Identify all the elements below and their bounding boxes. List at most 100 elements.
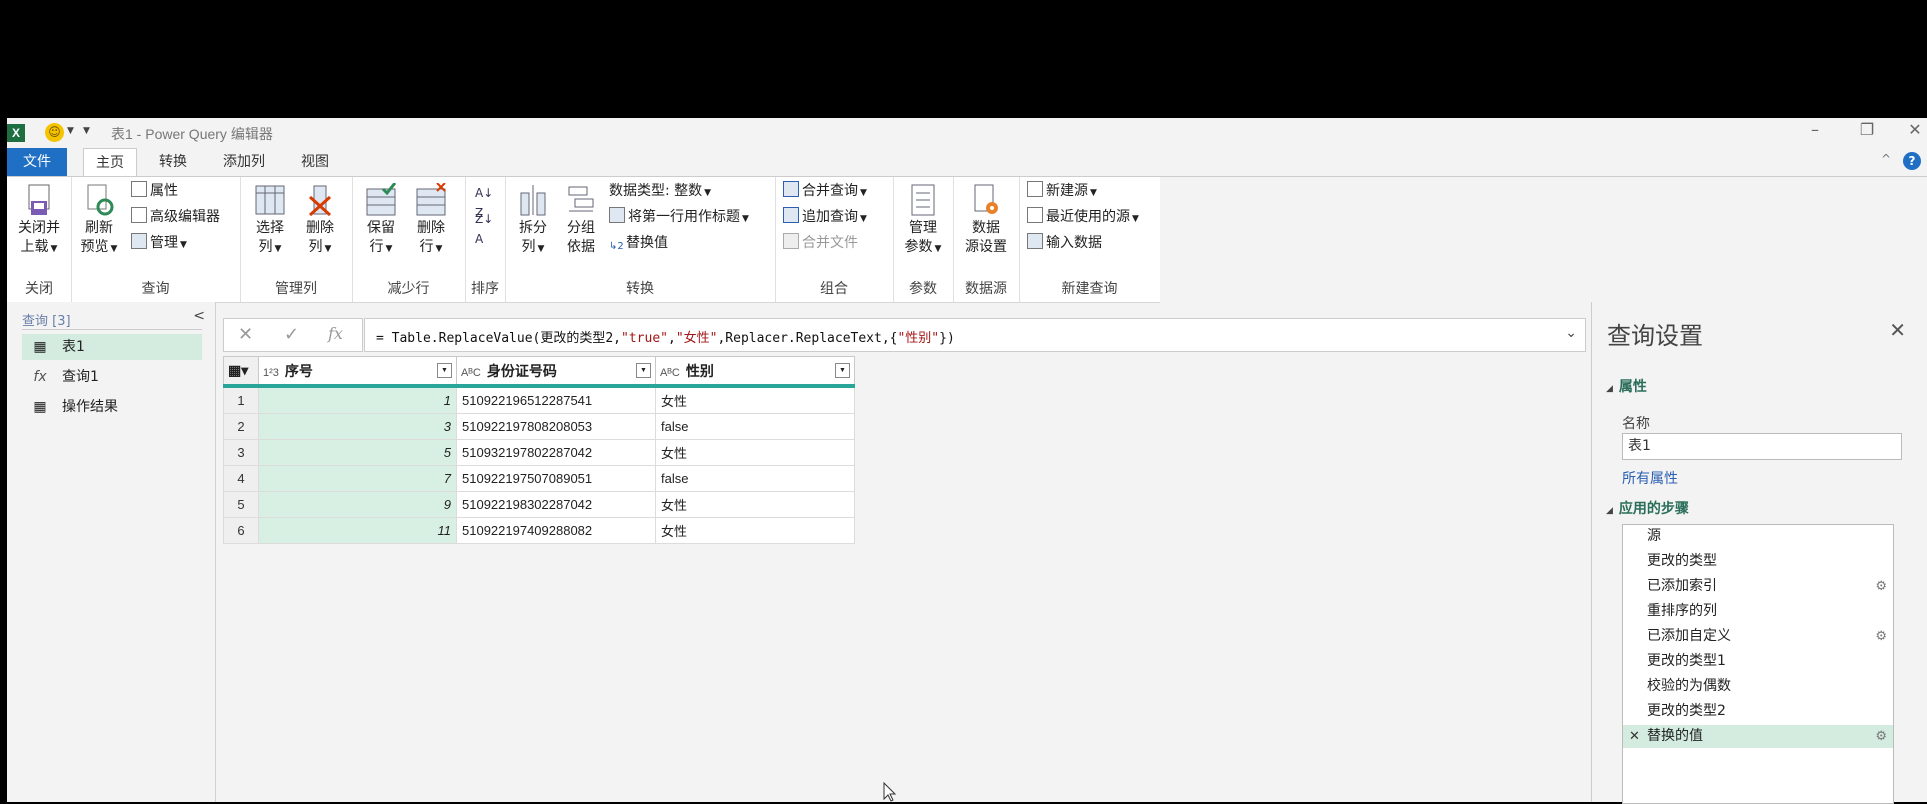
step-item[interactable]: 校验的为偶数 xyxy=(1623,675,1893,698)
row-number[interactable]: 6 xyxy=(223,517,259,544)
step-item[interactable]: 更改的类型2 xyxy=(1623,700,1893,723)
cell-idcard[interactable]: 510922197507089051 xyxy=(456,465,656,492)
column-header-idcard[interactable]: AᴮC 身份证号码 ▼ xyxy=(456,356,656,388)
chevron-down-icon[interactable]: ▼ xyxy=(67,126,74,136)
group-by-button[interactable]: 分组 依据 xyxy=(559,183,603,257)
choose-columns-button[interactable]: 选择 列 ▼ xyxy=(248,183,292,259)
queries-pane: 查询 [3] < ▦ 表1 fx 查询1 ▦ 操作结果 xyxy=(7,302,216,802)
column-header-id[interactable]: 1²3 序号 ▼ xyxy=(258,356,457,388)
cell-idcard[interactable]: 510922197409288082 xyxy=(456,517,656,544)
cell-id[interactable]: 5 xyxy=(258,439,457,466)
column-filter-icon[interactable]: ▼ xyxy=(835,363,850,378)
whole-number-type-icon[interactable]: 1²3 xyxy=(263,367,279,379)
text-type-icon[interactable]: AᴮC xyxy=(461,367,481,379)
combine-files-button[interactable]: 合并文件 xyxy=(783,233,858,253)
all-properties-link[interactable]: 所有属性 xyxy=(1622,468,1678,488)
cell-id[interactable]: 9 xyxy=(258,491,457,518)
step-item[interactable]: 已添加自定义 ⚙ xyxy=(1623,625,1893,648)
cell-id[interactable]: 11 xyxy=(258,517,457,544)
cell-gender[interactable]: 女性 xyxy=(655,385,855,414)
tab-file[interactable]: 文件 xyxy=(7,148,67,176)
keep-rows-button[interactable]: 保留 行 ▼ xyxy=(358,182,404,259)
merge-queries-button[interactable]: 合并查询 ▼ xyxy=(783,181,867,203)
column-filter-icon[interactable]: ▼ xyxy=(437,363,452,378)
remove-rows-button[interactable]: 删除 行 ▼ xyxy=(408,182,454,259)
recent-sources-button[interactable]: 最近使用的源 ▼ xyxy=(1027,207,1139,229)
use-first-row-headers-button[interactable]: 将第一行用作标题 ▼ xyxy=(609,207,749,229)
formula-text[interactable]: = Table.ReplaceValue(更改的类型2,"true","女性",… xyxy=(376,327,955,346)
new-source-button[interactable]: 新建源 ▼ xyxy=(1027,181,1097,203)
step-item-selected[interactable]: ✕ 替换的值 ⚙ xyxy=(1623,725,1893,748)
tab-add-column[interactable]: 添加列 xyxy=(211,148,277,176)
formula-bar[interactable]: = Table.ReplaceValue(更改的类型2,"true","女性",… xyxy=(364,318,1586,352)
expand-formula-icon[interactable]: ⌄ xyxy=(1565,325,1577,341)
manage-parameters-button[interactable]: 管理 参数 ▼ xyxy=(899,183,947,259)
cell-idcard[interactable]: 510922196512287541 xyxy=(456,385,656,414)
advanced-editor-button[interactable]: 高级编辑器 xyxy=(131,207,220,227)
row-number[interactable]: 4 xyxy=(223,465,259,492)
row-number[interactable]: 5 xyxy=(223,491,259,518)
step-item[interactable]: 更改的类型 xyxy=(1623,550,1893,573)
enter-data-button[interactable]: 输入数据 xyxy=(1027,233,1102,253)
cell-gender[interactable]: 女性 xyxy=(655,517,855,544)
applied-steps-header[interactable]: ◢ 应用的步骤 xyxy=(1606,498,1689,518)
table-menu-icon[interactable]: ▦▾ xyxy=(223,356,259,388)
cell-gender[interactable]: 女性 xyxy=(655,439,855,466)
cell-gender[interactable]: false xyxy=(655,465,855,492)
cancel-formula-icon[interactable]: ✕ xyxy=(238,324,253,345)
tab-home[interactable]: 主页 xyxy=(83,148,137,177)
close-icon[interactable]: ✕ xyxy=(1903,120,1927,139)
properties-button[interactable]: 属性 xyxy=(131,181,178,201)
gear-icon[interactable]: ⚙ xyxy=(1875,625,1887,648)
refresh-preview-button[interactable]: 刷新 预览 ▼ xyxy=(77,183,121,259)
close-and-load-button[interactable]: 关闭并 上载 ▼ xyxy=(13,183,65,259)
cell-id[interactable]: 7 xyxy=(258,465,457,492)
minimize-icon[interactable]: – xyxy=(1803,120,1827,139)
group-transform: 拆分 列 ▼ 分组 依据 数据类型: 整数 ▼ 将第一行用作标题 ▼ ↳2 替换值 转换 xyxy=(505,177,776,302)
tab-transform[interactable]: 转换 xyxy=(147,148,199,176)
close-icon[interactable]: ✕ xyxy=(1889,318,1906,342)
data-source-settings-button[interactable]: 数据 源设置 xyxy=(957,183,1015,257)
confirm-formula-icon[interactable]: ✓ xyxy=(284,324,299,345)
cell-gender[interactable]: 女性 xyxy=(655,491,855,518)
step-item[interactable]: 已添加索引 ⚙ xyxy=(1623,575,1893,598)
manage-button[interactable]: 管理 ▼ xyxy=(131,233,187,255)
column-header-gender[interactable]: AᴮC 性别 ▼ xyxy=(655,356,855,388)
row-number[interactable]: 2 xyxy=(223,413,259,440)
collapse-ribbon-icon[interactable]: ^ xyxy=(1881,152,1891,166)
collapse-pane-icon[interactable]: < xyxy=(193,308,205,324)
query-item-query1[interactable]: fx 查询1 xyxy=(22,364,202,390)
smiley-feedback-icon[interactable]: ☺ xyxy=(45,123,64,142)
replace-values-button[interactable]: ↳2 替换值 xyxy=(609,233,668,253)
cell-idcard[interactable]: 510922197808208053 xyxy=(456,413,656,440)
gear-icon[interactable]: ⚙ xyxy=(1875,725,1887,748)
fx-icon[interactable]: fx xyxy=(328,324,343,343)
row-number[interactable]: 1 xyxy=(223,385,259,414)
row-number[interactable]: 3 xyxy=(223,439,259,466)
properties-section-header[interactable]: ◢ 属性 xyxy=(1606,376,1647,396)
cell-id[interactable]: 1 xyxy=(258,385,457,414)
customize-toolbar-icon[interactable]: ▼ xyxy=(83,126,90,136)
data-type-dropdown[interactable]: 数据类型: 整数 ▼ xyxy=(609,181,711,203)
step-item[interactable]: 更改的类型1 xyxy=(1623,650,1893,673)
delete-step-icon[interactable]: ✕ xyxy=(1629,725,1640,748)
cell-idcard[interactable]: 510932197802287042 xyxy=(456,439,656,466)
column-filter-icon[interactable]: ▼ xyxy=(636,363,651,378)
help-icon[interactable]: ? xyxy=(1903,152,1921,170)
tab-view[interactable]: 视图 xyxy=(289,148,341,176)
cell-idcard[interactable]: 510922198302287042 xyxy=(456,491,656,518)
query-item-result[interactable]: ▦ 操作结果 xyxy=(22,394,202,420)
step-item[interactable]: 重排序的列 xyxy=(1623,600,1893,623)
restore-icon[interactable]: ❐ xyxy=(1855,120,1879,139)
step-item[interactable]: 源 xyxy=(1623,525,1893,548)
text-type-icon[interactable]: AᴮC xyxy=(660,367,680,379)
query-name-field[interactable]: 表1 xyxy=(1622,433,1902,460)
append-queries-button[interactable]: 追加查询 ▼ xyxy=(783,207,867,229)
cell-id[interactable]: 3 xyxy=(258,413,457,440)
query-item-table1[interactable]: ▦ 表1 xyxy=(22,334,202,360)
sort-descending-icon[interactable]: Z↓ A xyxy=(475,209,493,249)
cell-gender[interactable]: false xyxy=(655,413,855,440)
remove-columns-button[interactable]: 删除 列 ▼ xyxy=(298,183,342,259)
gear-icon[interactable]: ⚙ xyxy=(1875,575,1887,598)
split-column-button[interactable]: 拆分 列 ▼ xyxy=(511,183,555,259)
